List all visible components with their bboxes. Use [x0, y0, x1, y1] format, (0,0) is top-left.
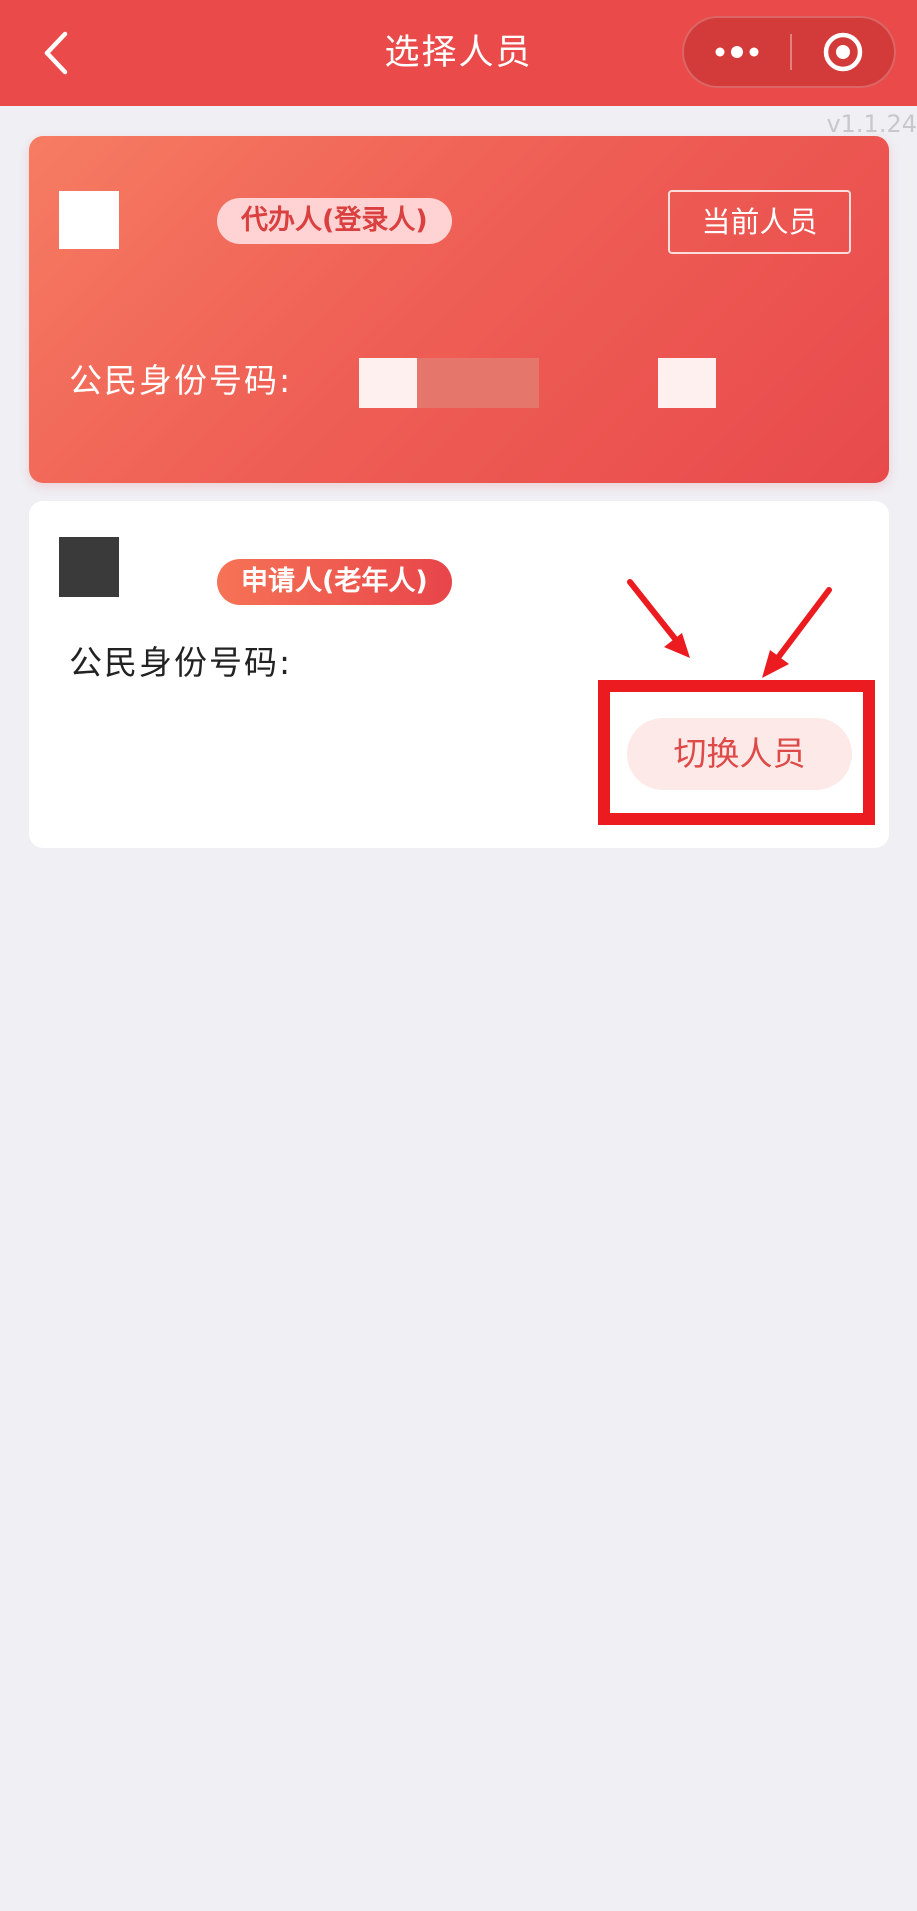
redacted-id-block [359, 358, 417, 408]
more-button[interactable] [684, 18, 790, 86]
id-number-label: 公民身份号码: [69, 643, 293, 682]
role-tag-agent: 代办人(登录人) [217, 198, 452, 244]
redacted-id-block [417, 358, 539, 408]
agent-card: 代办人(登录人) 当前人员 公民身份号码: [29, 136, 889, 483]
version-label: v1.1.24 [826, 110, 917, 138]
close-button[interactable] [792, 18, 894, 86]
redacted-id-block [658, 358, 716, 408]
back-button[interactable] [28, 22, 84, 84]
target-circle-icon [823, 32, 863, 72]
navigation-bar: 选择人员 [0, 0, 917, 106]
role-tag-applicant: 申请人(老年人) [217, 559, 452, 605]
applicant-card: 申请人(老年人) 公民身份号码: 切换人员 [29, 501, 889, 848]
mini-program-capsule [682, 16, 896, 88]
switch-person-button[interactable]: 切换人员 [627, 718, 852, 790]
current-person-button[interactable]: 当前人员 [668, 190, 851, 254]
more-dots-icon [715, 46, 759, 58]
avatar [59, 191, 119, 249]
id-number-label: 公民身份号码: [69, 361, 293, 400]
chevron-left-icon [44, 31, 68, 75]
avatar [59, 537, 119, 597]
